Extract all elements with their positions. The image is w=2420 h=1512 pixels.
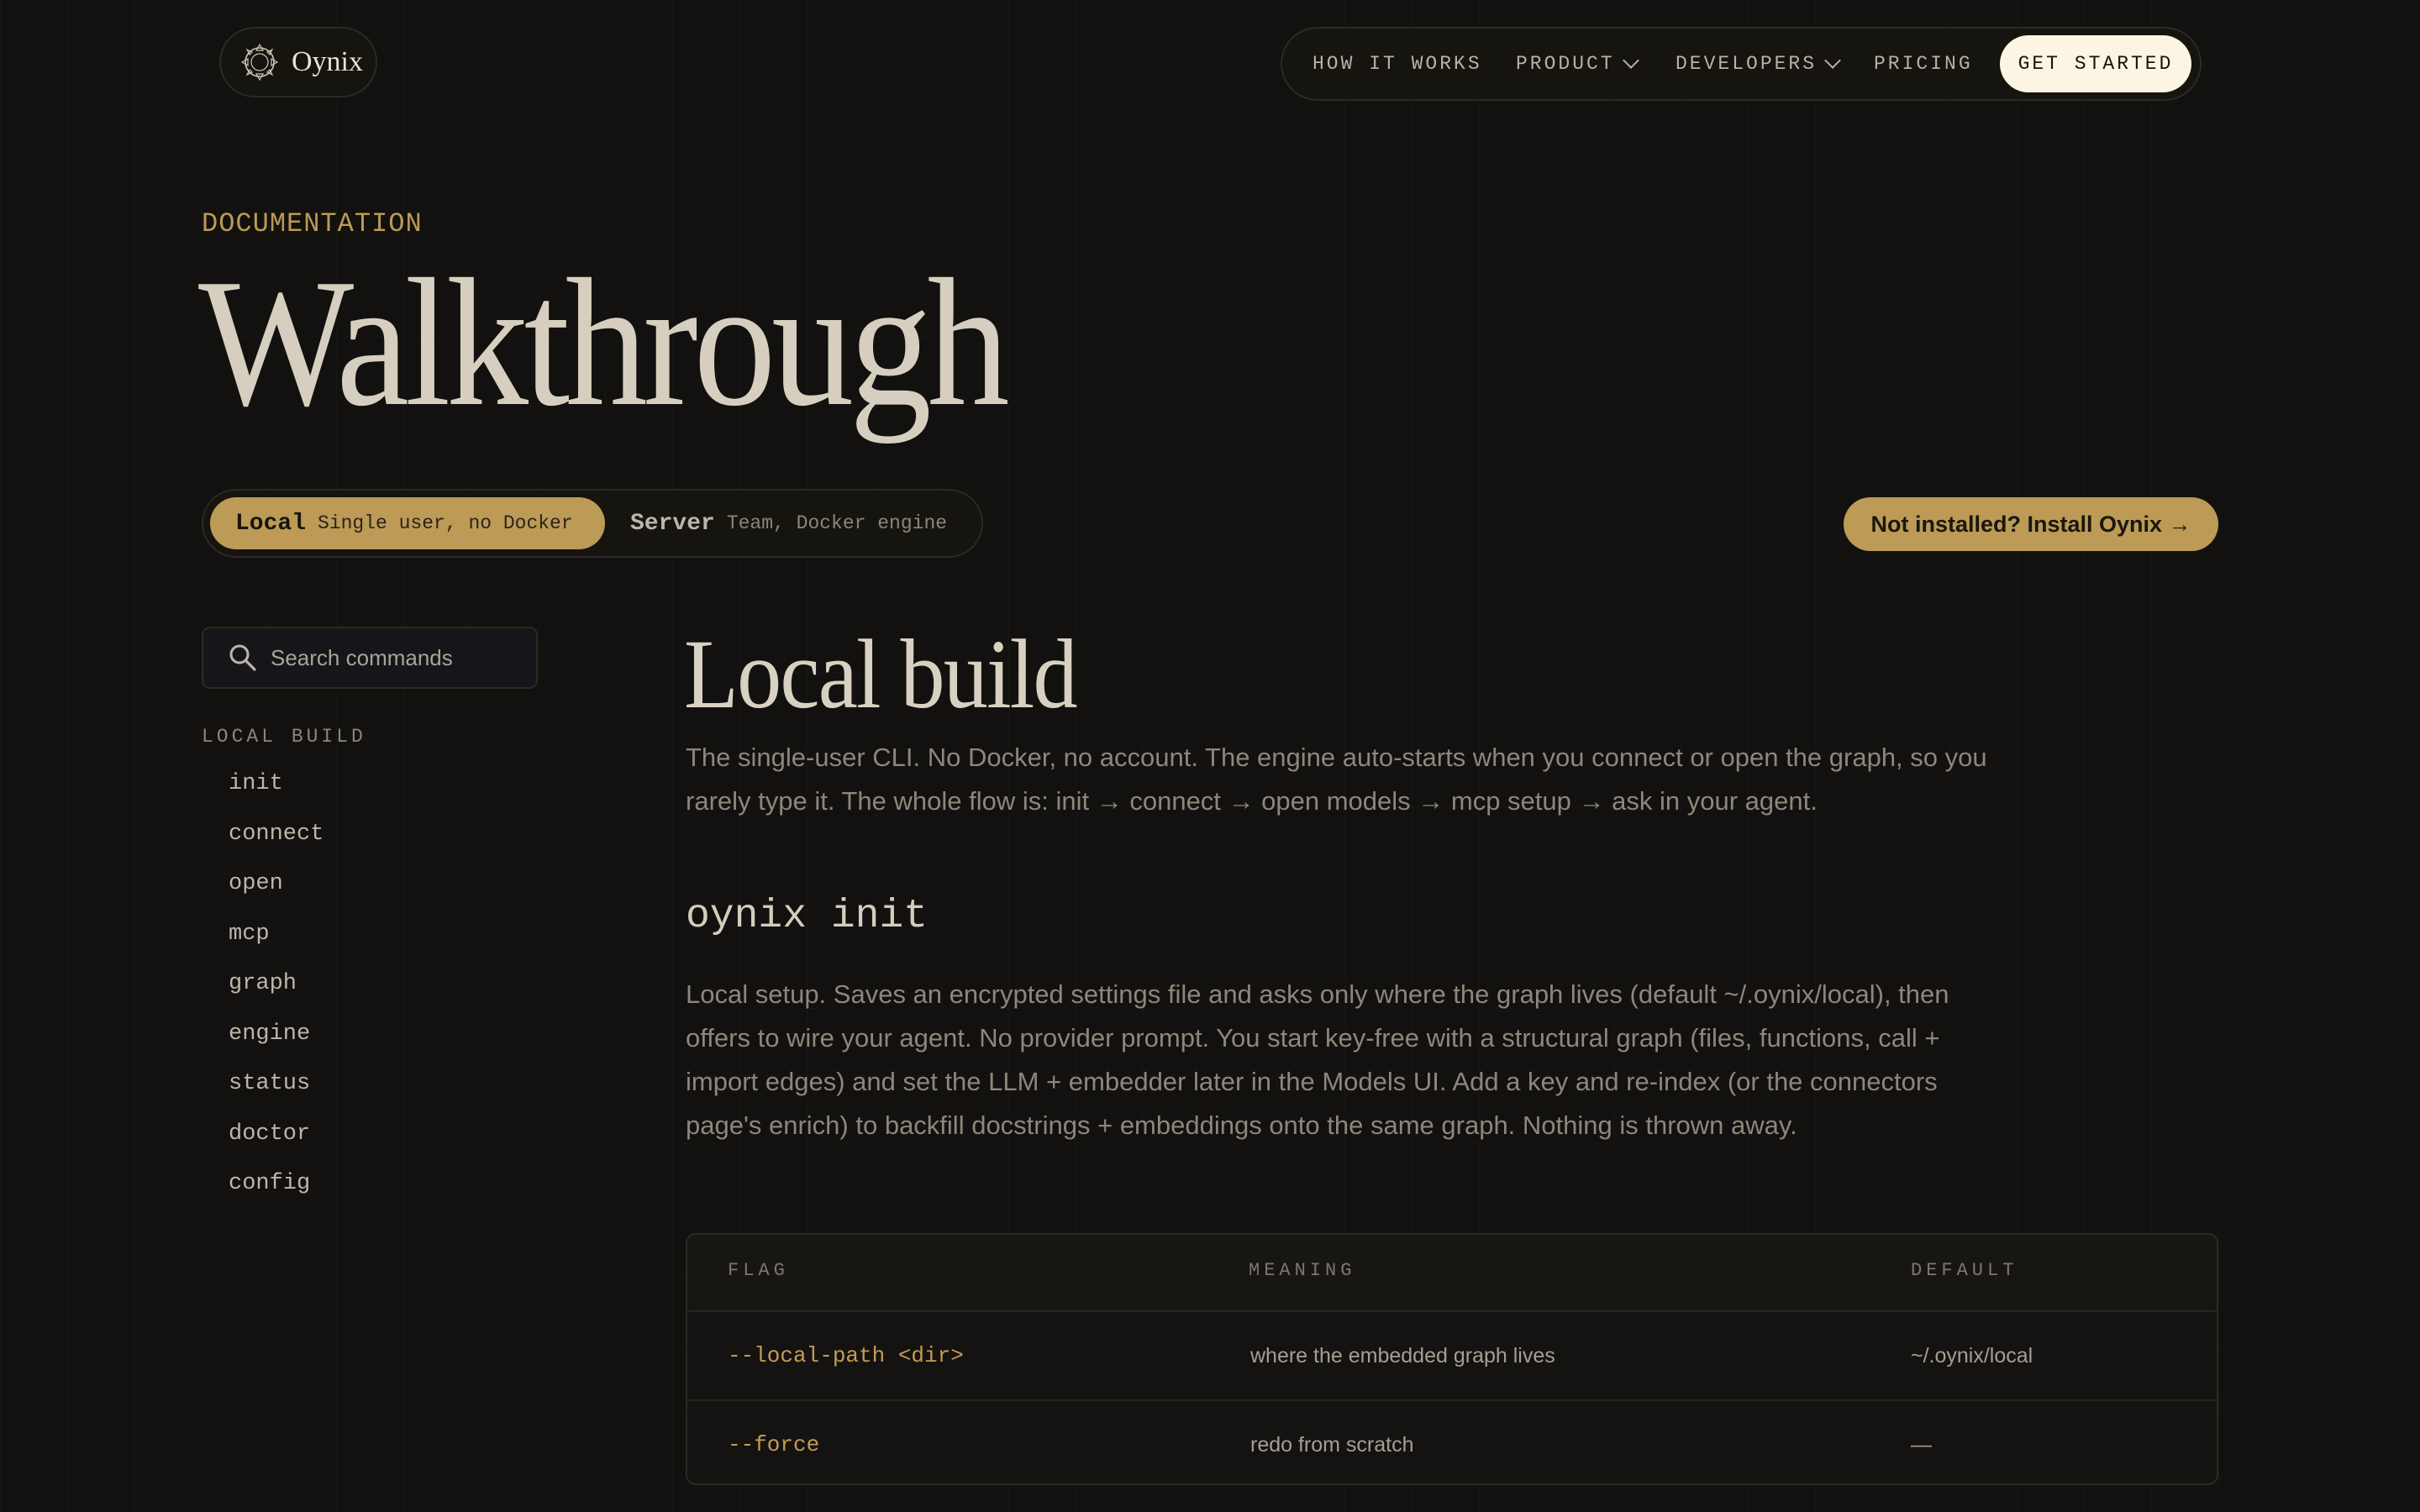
mode-server-desc: Team, Docker engine: [726, 512, 948, 534]
meaning-cell: redo from scratch: [1250, 1432, 1414, 1457]
search-icon: [229, 643, 257, 672]
mode-local-name: Local: [235, 510, 307, 537]
section-title: Local build: [684, 619, 1078, 729]
nav-item-label: HOW IT WORKS: [1313, 53, 1482, 75]
mode-server-name: Server: [630, 510, 715, 537]
page-title: Walkthrough: [198, 242, 1010, 444]
sidebar-item-config[interactable]: config: [229, 1159, 324, 1210]
oynix-mark-icon: [239, 42, 280, 82]
nav-item-label: PRICING: [1874, 53, 1973, 75]
section-lead: The single-user CLI. No Docker, no accou…: [686, 743, 1987, 816]
flag-table: FLAG MEANING DEFAULT --local-path <dir> …: [686, 1233, 2218, 1485]
sidebar-item-doctor[interactable]: doctor: [229, 1110, 324, 1160]
flag-cell: --force: [728, 1432, 820, 1457]
top-nav: HOW IT WORKS PRODUCT DEVELOPERS PRICING …: [1281, 27, 2202, 101]
sidebar-command-list: init connect open mcp graph engine statu…: [229, 759, 324, 1210]
flag-cell: --local-path <dir>: [728, 1343, 964, 1368]
search-box: [202, 627, 538, 689]
sidebar-item-init[interactable]: init: [229, 759, 324, 810]
install-oynix-button[interactable]: Not installed? Install Oynix →: [1844, 497, 2218, 551]
chevron-down-icon: [1824, 52, 1841, 69]
brand-name: Oynix: [292, 46, 363, 77]
nav-developers[interactable]: DEVELOPERS: [1676, 29, 1841, 99]
search-input[interactable]: [269, 643, 524, 672]
nav-pricing[interactable]: PRICING: [1874, 29, 1973, 99]
command-description: Local setup. Saves an encrypted settings…: [686, 979, 1949, 1140]
nav-product[interactable]: PRODUCT: [1516, 29, 1639, 99]
table-header: FLAG MEANING DEFAULT: [687, 1235, 2217, 1312]
brand-logo[interactable]: Oynix: [219, 27, 377, 97]
nav-item-label: DEVELOPERS: [1676, 53, 1818, 75]
column-header-default: DEFAULT: [1911, 1260, 2018, 1281]
command-title: oynix init: [686, 894, 929, 939]
column-header-meaning: MEANING: [1249, 1260, 1356, 1281]
chevron-down-icon: [1622, 52, 1639, 69]
table-row: --force redo from scratch —: [687, 1401, 2217, 1483]
mode-local-desc: Single user, no Docker: [318, 512, 573, 534]
meaning-cell: where the embedded graph lives: [1250, 1343, 1555, 1368]
mode-local-tab[interactable]: Local Single user, no Docker: [210, 497, 605, 549]
sidebar-item-open[interactable]: open: [229, 859, 324, 910]
table-row: --local-path <dir> where the embedded gr…: [687, 1312, 2217, 1399]
get-started-button[interactable]: GET STARTED: [2000, 35, 2191, 92]
sidebar-item-status[interactable]: status: [229, 1059, 324, 1110]
nav-item-label: PRODUCT: [1516, 53, 1615, 75]
sidebar-item-mcp[interactable]: mcp: [229, 910, 324, 960]
sidebar-item-graph[interactable]: graph: [229, 959, 324, 1010]
default-cell: —: [1911, 1432, 1932, 1457]
sidebar-section-label: LOCAL BUILD: [202, 726, 366, 748]
sidebar-item-connect[interactable]: connect: [229, 810, 324, 860]
nav-how-it-works[interactable]: HOW IT WORKS: [1313, 29, 1482, 99]
default-cell: ~/.oynix/local: [1911, 1343, 2033, 1368]
sidebar-item-engine[interactable]: engine: [229, 1010, 324, 1060]
section-eyebrow: DOCUMENTATION: [202, 208, 423, 239]
column-header-flag: FLAG: [728, 1260, 789, 1281]
mode-server-tab[interactable]: Server Team, Docker engine: [630, 497, 947, 549]
mode-toggle: Local Single user, no Docker Server Team…: [202, 489, 983, 558]
